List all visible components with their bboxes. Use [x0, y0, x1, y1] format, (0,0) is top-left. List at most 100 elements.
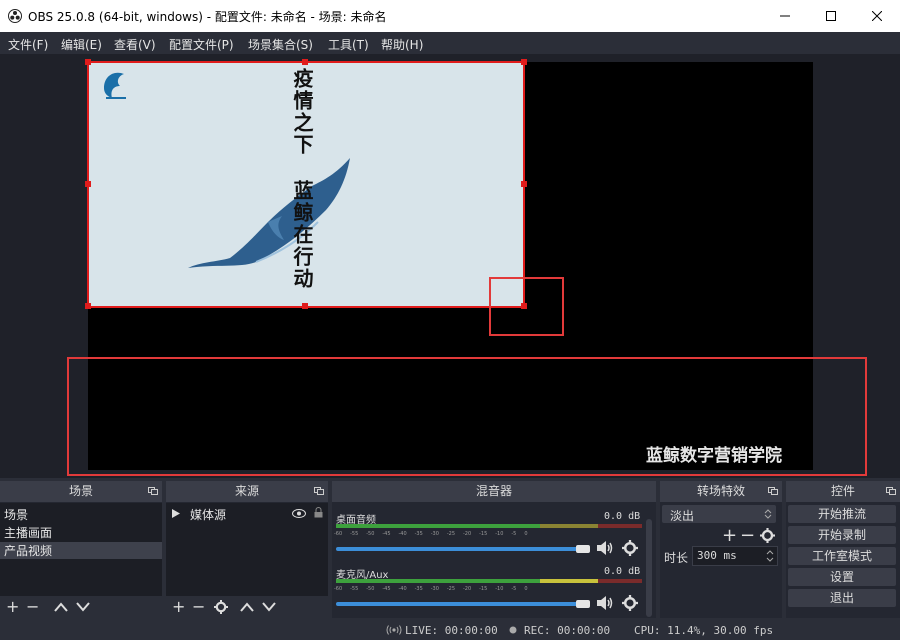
undock-icon[interactable]: [148, 487, 158, 495]
chevron-down-icon[interactable]: [262, 602, 276, 612]
duration-spinbox[interactable]: 300 ms: [692, 546, 778, 566]
controls-header: 控件: [786, 481, 900, 502]
maximize-icon: [826, 11, 836, 21]
remove-icon[interactable]: −: [192, 598, 205, 616]
menu-edit[interactable]: 编辑(E): [61, 36, 102, 53]
menu-view[interactable]: 查看(V): [114, 36, 156, 53]
updown-arrows-icon: [764, 509, 772, 519]
minimize-button[interactable]: [762, 0, 808, 32]
sources-header: 来源: [166, 481, 328, 502]
exit-button[interactable]: 退出: [788, 589, 896, 607]
resize-handle-t[interactable]: [302, 59, 308, 65]
resize-handle-b[interactable]: [302, 303, 308, 309]
transition-select-value: 淡出: [670, 509, 695, 523]
mixer-channel-db: 0.0 dB: [604, 511, 641, 522]
resize-handle-r[interactable]: [521, 181, 527, 187]
volume-slider[interactable]: [336, 547, 590, 551]
record-dot-icon: [509, 626, 517, 634]
add-icon[interactable]: +: [172, 598, 185, 616]
gear-icon[interactable]: [622, 540, 638, 556]
resize-handle-tr[interactable]: [521, 59, 527, 65]
broadcast-icon: [386, 625, 402, 635]
start-streaming-button[interactable]: 开始推流: [788, 505, 896, 523]
cpu-fps: CPU: 11.4%, 30.00 fps: [634, 624, 774, 637]
settings-button[interactable]: 设置: [788, 568, 896, 586]
mixer-scrollbar[interactable]: [646, 519, 652, 617]
chevron-up-icon[interactable]: [240, 602, 254, 612]
menu-tools[interactable]: 工具(T): [328, 36, 369, 53]
scene-item[interactable]: 主播画面: [4, 524, 52, 541]
duration-value: 300 ms: [697, 549, 737, 562]
play-icon: [172, 509, 180, 518]
watermark-text: 蓝鲸数字营销学院: [646, 446, 782, 466]
volume-meter-yellow: [540, 579, 598, 583]
scenes-header: 场景: [0, 481, 162, 502]
transitions-dock: 转场特效 淡出 + − 时长 300 ms: [660, 481, 782, 618]
resize-handle-l[interactable]: [85, 181, 91, 187]
sources-dock: 来源 媒体源 + −: [166, 481, 328, 618]
duration-label: 时长: [664, 551, 689, 565]
transition-select[interactable]: 淡出: [662, 505, 776, 523]
undock-icon[interactable]: [314, 487, 324, 495]
rec-timer: REC: 00:00:00: [524, 624, 611, 637]
controls-dock: 控件 开始推流 开始录制 工作室模式 设置 退出: [786, 481, 900, 618]
gear-icon[interactable]: [760, 528, 775, 543]
meter-ticks: -60 -55 -50 -45 -40 -35 -30 -25 -20 -15 …: [334, 586, 528, 592]
title-bar: OBS 25.0.8 (64-bit, windows) - 配置文件: 未命名…: [0, 0, 900, 32]
scenes-dock: 场景 场景 主播画面 产品视频 + −: [0, 481, 162, 618]
meter-ticks: -60 -55 -50 -45 -40 -35 -30 -25 -20 -15 …: [334, 531, 528, 537]
resize-handle-bl[interactable]: [85, 303, 91, 309]
gear-icon[interactable]: [622, 595, 638, 611]
start-recording-button[interactable]: 开始录制: [788, 526, 896, 544]
minimize-icon: [780, 15, 790, 17]
volume-slider-handle[interactable]: [576, 600, 590, 608]
chevron-down-icon[interactable]: [76, 602, 90, 612]
status-bar: LIVE: 00:00:00 REC: 00:00:00 CPU: 11.4%,…: [0, 620, 900, 640]
scenes-list: 场景 主播画面 产品视频: [0, 503, 162, 596]
studio-mode-button[interactable]: 工作室模式: [788, 547, 896, 565]
obs-logo-icon: [8, 9, 22, 23]
maximize-button[interactable]: [808, 0, 854, 32]
volume-slider[interactable]: [336, 602, 590, 606]
resize-handle-tl[interactable]: [85, 59, 91, 65]
volume-meter-red: [598, 524, 642, 528]
volume-slider-handle[interactable]: [576, 545, 590, 553]
spin-arrows-icon[interactable]: [766, 549, 774, 563]
volume-meter-yellow: [540, 524, 598, 528]
menu-help[interactable]: 帮助(H): [381, 36, 423, 53]
remove-icon[interactable]: −: [26, 598, 39, 616]
scenes-title: 场景: [68, 484, 93, 498]
scene-item-selected[interactable]: 产品视频: [0, 542, 162, 559]
transitions-header: 转场特效: [660, 481, 782, 502]
sources-list: 媒体源: [166, 503, 328, 596]
close-icon: [872, 11, 882, 21]
close-button[interactable]: [854, 0, 900, 32]
annotation-box-handle: [489, 277, 564, 336]
chevron-up-icon[interactable]: [54, 602, 68, 612]
mixer-dock: 混音器 桌面音频 0.0 dB -60 -55 -50 -45 -40 -35 …: [332, 481, 656, 618]
selection-border: [87, 61, 525, 308]
transitions-title: 转场特效: [696, 484, 745, 498]
scene-item[interactable]: 场景: [4, 506, 28, 523]
gear-icon[interactable]: [214, 600, 228, 614]
menu-file[interactable]: 文件(F): [8, 36, 48, 53]
visibility-eye-icon[interactable]: [292, 509, 306, 518]
scenes-toolbar: + −: [0, 596, 162, 618]
add-icon[interactable]: +: [6, 598, 19, 616]
mixer-title: 混音器: [475, 484, 512, 498]
mixer-header: 混音器: [332, 481, 656, 502]
sources-title: 来源: [234, 484, 259, 498]
volume-meter-green: [336, 579, 540, 583]
volume-meter-green: [336, 524, 540, 528]
menu-profile[interactable]: 配置文件(P): [169, 36, 234, 53]
menu-scene-collection[interactable]: 场景集合(S): [248, 36, 313, 53]
lock-icon[interactable]: [314, 507, 323, 518]
speaker-icon[interactable]: [596, 595, 614, 611]
source-item-label[interactable]: 媒体源: [190, 506, 226, 523]
speaker-icon[interactable]: [596, 540, 614, 556]
remove-transition-icon[interactable]: −: [740, 525, 755, 546]
undock-icon[interactable]: [768, 487, 778, 495]
live-timer: LIVE: 00:00:00: [405, 624, 498, 637]
undock-icon[interactable]: [886, 487, 896, 495]
add-transition-icon[interactable]: +: [722, 525, 737, 546]
